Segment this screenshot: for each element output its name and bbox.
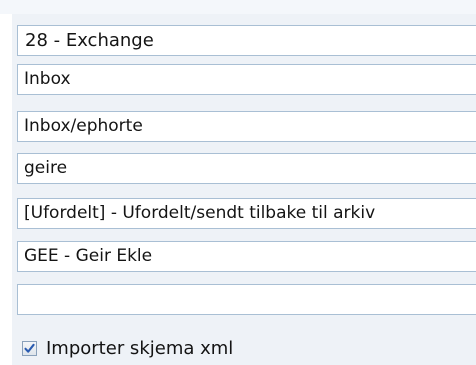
import-xml-option[interactable]: Importer skjema xml <box>22 336 233 360</box>
checkmark-icon <box>24 343 35 353</box>
import-settings-panel: 28 - Exchange Inbox Inbox/ephorte geire … <box>12 14 476 365</box>
username-field[interactable]: geire <box>17 153 476 184</box>
empty-field[interactable] <box>17 284 476 315</box>
case-handler-field[interactable]: GEE - Geir Ekle <box>17 241 476 272</box>
import-xml-checkbox[interactable] <box>22 340 37 356</box>
archive-unit-field[interactable]: [Ufordelt] - Ufordelt/sendt tilbake til … <box>17 198 476 229</box>
top-strip <box>0 0 476 14</box>
mailbox-folder-field[interactable]: Inbox <box>17 64 476 95</box>
source-folder-field[interactable]: Inbox/ephorte <box>17 111 476 142</box>
import-xml-label: Importer skjema xml <box>46 337 234 359</box>
server-field[interactable]: 28 - Exchange <box>17 25 476 56</box>
